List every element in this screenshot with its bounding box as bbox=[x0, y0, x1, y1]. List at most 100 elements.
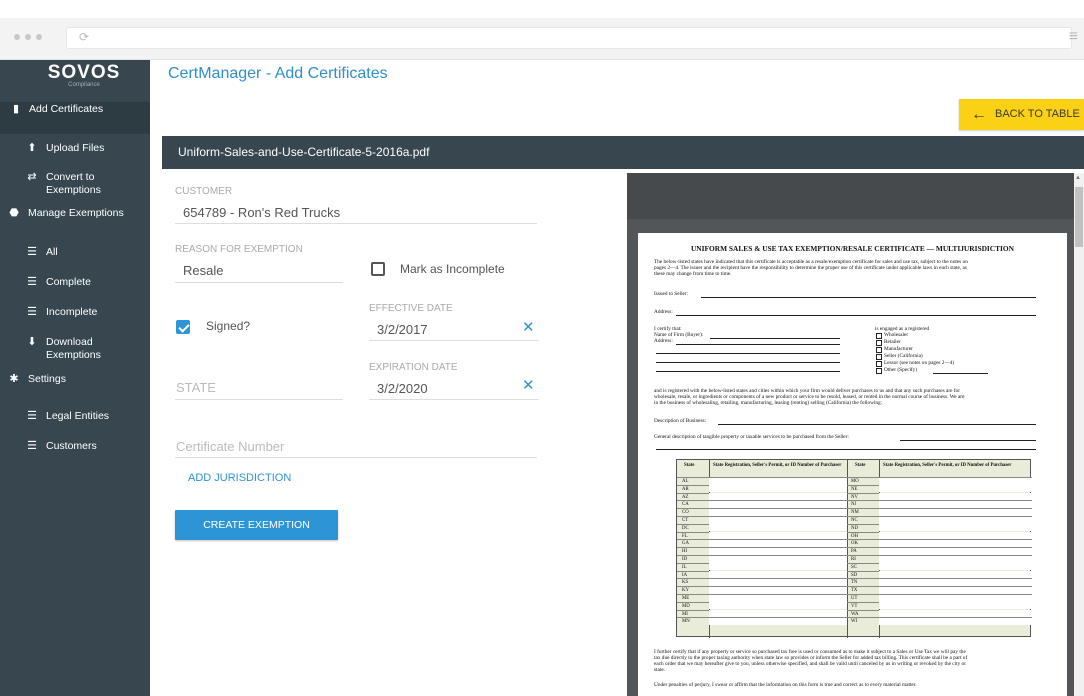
reason-label: REASON FOR EXEMPTION bbox=[175, 244, 303, 255]
state-code: VT bbox=[851, 603, 858, 609]
option-manufacturer: Manufacturer bbox=[884, 346, 913, 352]
mark-incomplete-checkbox[interactable] bbox=[371, 262, 385, 276]
sidebar-item-download-exemptions[interactable]: ⬇ Download Exemptions bbox=[0, 335, 150, 367]
sidebar: SOVOS Compliance ▮ Add Certificates ⬆ Up… bbox=[0, 60, 150, 696]
sidebar-item-upload-files[interactable]: ⬆ Upload Files bbox=[0, 141, 150, 173]
blank-line bbox=[656, 353, 840, 354]
state-code: WA bbox=[851, 611, 859, 617]
table-cell bbox=[879, 578, 1032, 587]
document-title: UNIFORM SALES & USE TAX EXEMPTION/RESALE… bbox=[690, 244, 1015, 253]
table-cell bbox=[709, 586, 847, 594]
table-cell bbox=[709, 524, 847, 532]
sidebar-item-label: Customers bbox=[46, 440, 97, 452]
state-code: KY bbox=[682, 588, 689, 594]
customer-field[interactable]: 654789 - Ron's Red Trucks bbox=[183, 205, 340, 220]
state-code: KS bbox=[682, 580, 689, 586]
state-registration-table: State State Registration, Seller's Permi… bbox=[676, 459, 1032, 638]
sidebar-item-settings[interactable]: ✱ Settings bbox=[0, 372, 150, 404]
sidebar-item-complete[interactable]: ☰ Complete bbox=[0, 275, 150, 307]
reason-field[interactable]: Resale bbox=[183, 263, 223, 278]
address-line bbox=[676, 315, 1036, 316]
table-cell bbox=[879, 508, 1032, 516]
state-code: AZ bbox=[682, 494, 689, 500]
table-cell bbox=[879, 594, 1032, 602]
add-jurisdiction-button[interactable]: ADD JURISDICTION bbox=[188, 472, 291, 484]
state-code: CA bbox=[682, 502, 689, 508]
table-cell bbox=[879, 477, 1032, 485]
sidebar-item-all[interactable]: ☰ All bbox=[0, 245, 150, 277]
state-code: NM bbox=[851, 510, 859, 516]
customer-underline bbox=[175, 223, 537, 224]
upload-icon: ⬆ bbox=[27, 142, 37, 154]
back-to-table-button[interactable]: ← BACK TO TABLE bbox=[959, 99, 1084, 130]
clear-effective-date-icon[interactable]: ✕ bbox=[522, 320, 535, 335]
table-cell bbox=[709, 477, 847, 485]
clear-expiration-date-icon[interactable]: ✕ bbox=[522, 378, 535, 393]
browser-menu-icon[interactable]: ≡ bbox=[1069, 29, 1078, 45]
window-dot-maximize[interactable] bbox=[36, 34, 42, 40]
table-cell bbox=[879, 524, 1032, 532]
option-other: Other (Specify) bbox=[884, 367, 918, 373]
certificate-number-field[interactable]: Certificate Number bbox=[176, 439, 284, 454]
window-dot-minimize[interactable] bbox=[25, 34, 31, 40]
effective-date-field[interactable]: 3/2/2017 bbox=[377, 322, 428, 337]
window-dot-close[interactable] bbox=[14, 34, 20, 40]
option-checkbox bbox=[876, 361, 882, 367]
scroll-up-icon[interactable]: ▲ bbox=[1075, 175, 1081, 181]
table-cell bbox=[709, 617, 847, 626]
table-cell bbox=[879, 547, 1032, 555]
create-exemption-button[interactable]: CREATE EXEMPTION bbox=[175, 510, 338, 540]
back-to-table-label: BACK TO TABLE bbox=[995, 108, 1080, 120]
expiration-date-field[interactable]: 3/2/2020 bbox=[377, 381, 428, 396]
state-code: MD bbox=[682, 603, 690, 609]
signed-checkbox[interactable] bbox=[176, 320, 190, 334]
blank-line bbox=[656, 371, 840, 372]
browser-toolbar: ⟳ ≡ bbox=[0, 18, 1084, 60]
business-description: Description of Business: bbox=[654, 418, 707, 424]
sidebar-item-add-certificates[interactable]: ▮ Add Certificates bbox=[0, 102, 150, 134]
sidebar-item-label: Legal Entities bbox=[46, 410, 110, 422]
firm-line bbox=[710, 338, 840, 339]
sidebar-item-label: Complete bbox=[46, 276, 91, 288]
sidebar-item-label: Upload Files bbox=[46, 142, 105, 154]
option-checkbox bbox=[876, 340, 882, 346]
file-name-bar: Uniform-Sales-and-Use-Certificate-5-2016… bbox=[162, 136, 1084, 169]
state-code: AR bbox=[682, 486, 689, 492]
state-code: ID bbox=[682, 557, 688, 562]
table-cell bbox=[709, 532, 847, 540]
state-code: CT bbox=[682, 518, 689, 523]
pdf-scrollbar[interactable]: ▲ bbox=[1074, 173, 1084, 696]
sidebar-item-label: Add Certificates bbox=[29, 103, 104, 115]
sidebar-item-manage-exemptions[interactable]: ⬣ Manage Exemptions bbox=[0, 206, 150, 238]
state-code: PA bbox=[851, 549, 857, 555]
sidebar-item-incomplete[interactable]: ☰ Incomplete bbox=[0, 305, 150, 337]
scroll-thumb[interactable] bbox=[1075, 187, 1083, 247]
option-seller-california: Seller (California) bbox=[884, 353, 923, 359]
gear-icon: ✱ bbox=[9, 373, 19, 385]
reload-icon[interactable]: ⟳ bbox=[79, 30, 89, 44]
sidebar-item-label: Incomplete bbox=[46, 306, 98, 318]
intro-line: these may change from time to time. bbox=[654, 271, 732, 277]
state-code: UT bbox=[851, 596, 858, 601]
table-cell bbox=[709, 555, 847, 563]
list-icon: ☰ bbox=[27, 306, 37, 318]
table-cell bbox=[709, 516, 847, 524]
address-bar[interactable]: ⟳ bbox=[66, 27, 1072, 49]
registration-text: in the business of wholesaling, retailin… bbox=[654, 400, 883, 406]
table-cell bbox=[709, 508, 847, 516]
table-cell bbox=[709, 485, 847, 493]
list-icon: ☰ bbox=[27, 276, 37, 288]
sidebar-item-customers[interactable]: ☰ Customers bbox=[0, 439, 150, 471]
sidebar-item-legal-entities[interactable]: ☰ Legal Entities bbox=[0, 409, 150, 441]
option-checkbox bbox=[876, 354, 882, 360]
manage-exemptions-icon: ⬣ bbox=[9, 207, 19, 219]
sidebar-item-convert-to-exemptions[interactable]: ⇄ Convert to Exemptions bbox=[0, 170, 150, 204]
state-field[interactable]: STATE bbox=[176, 380, 216, 395]
issued-line bbox=[701, 297, 1036, 298]
table-cell bbox=[879, 493, 1032, 501]
buyer-address: Address: bbox=[654, 338, 673, 344]
state-code: NV bbox=[851, 494, 858, 500]
table-cell bbox=[709, 500, 847, 509]
logo-name: SOVOS bbox=[47, 62, 121, 83]
option-checkbox bbox=[876, 333, 882, 339]
